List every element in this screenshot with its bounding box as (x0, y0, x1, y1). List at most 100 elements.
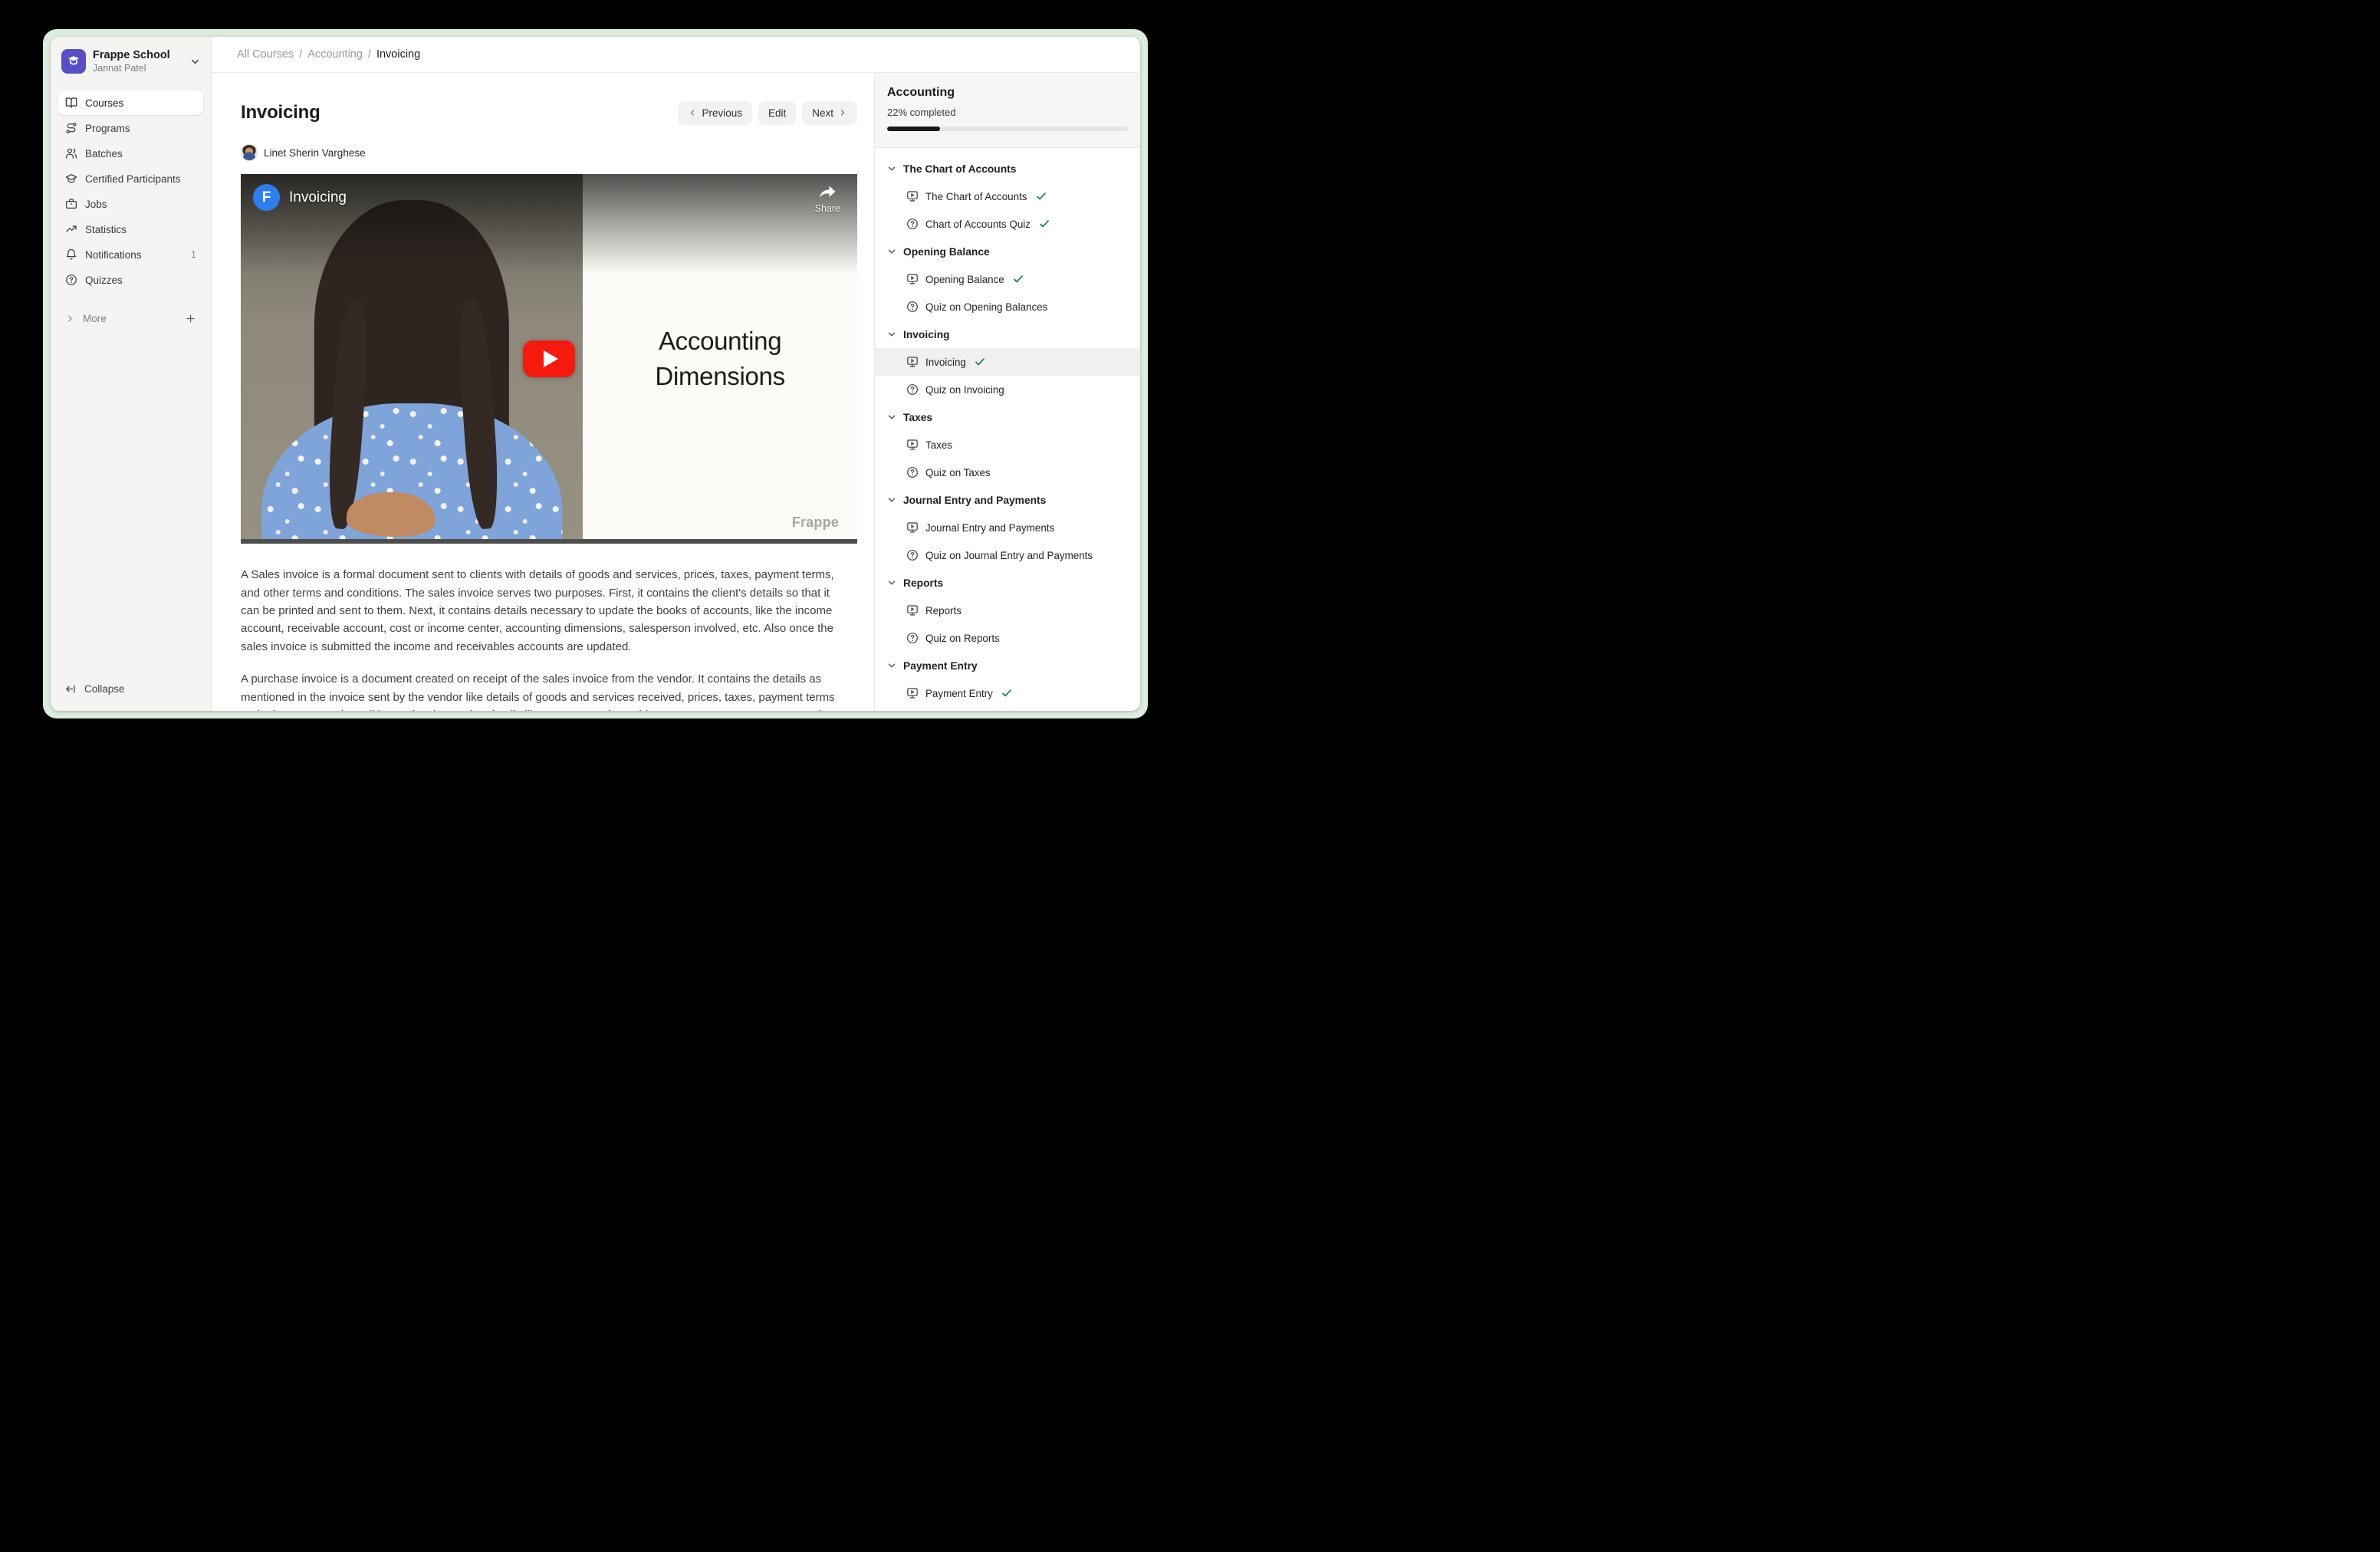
workspace-switcher[interactable]: Frappe School Jannat Patel (58, 46, 203, 74)
lesson-row[interactable]: The Chart of Accounts (875, 182, 1140, 210)
chapter-title: Journal Entry and Payments (903, 495, 1046, 506)
video-title[interactable]: Invoicing (289, 189, 347, 206)
lesson-row[interactable]: Reports (875, 597, 1140, 624)
chapter-title: Payment Entry (903, 660, 978, 672)
monitor-play-icon (906, 521, 919, 534)
author-row: Linet Sherin Varghese (241, 144, 857, 161)
author-avatar (241, 144, 258, 161)
sidebar-more[interactable]: More (58, 307, 203, 329)
lesson-row[interactable]: Quiz on Taxes (875, 459, 1140, 486)
video-player[interactable]: Accounting Dimensions F Invoicing (241, 174, 857, 544)
help-circle-icon (906, 466, 919, 478)
help-circle-icon (906, 632, 919, 644)
course-outline-panel: Accounting 22% completed The Chart of Ac… (874, 73, 1140, 711)
sidebar-item-batches[interactable]: Batches (58, 141, 203, 166)
share-button[interactable]: Share (815, 183, 840, 214)
lesson-row[interactable]: Quiz on Opening Balances (875, 293, 1140, 321)
chapter-reports[interactable]: Reports (875, 569, 1140, 597)
lesson-row-active[interactable]: Invoicing (875, 348, 1140, 376)
users-icon (65, 147, 77, 159)
graduation-cap-icon (65, 173, 77, 185)
chevron-right-icon (65, 314, 75, 324)
lesson-title: Quiz on Journal Entry and Payments (925, 550, 1093, 561)
monitor-play-icon (906, 356, 919, 368)
window-frame: Frappe School Jannat Patel Courses (43, 29, 1148, 718)
help-circle-icon (906, 549, 919, 561)
body-row: Invoicing Previous Edit (212, 73, 1140, 711)
lesson-row[interactable]: Opening Balance (875, 265, 1140, 293)
sidebar-item-label: Statistics (85, 224, 127, 235)
chapter-title: Taxes (903, 412, 932, 423)
lesson-row[interactable]: Chart of Accounts Quiz (875, 210, 1140, 238)
help-circle-icon (906, 301, 919, 313)
sidebar-item-label: Jobs (85, 199, 107, 210)
previous-button[interactable]: Previous (678, 101, 752, 125)
monitor-play-icon (906, 687, 919, 699)
monitor-play-icon (906, 439, 919, 451)
sidebar-item-programs[interactable]: Programs (58, 116, 203, 140)
breadcrumb-link-all-courses[interactable]: All Courses (237, 48, 294, 61)
lesson-paragraph: A Sales invoice is a formal document sen… (241, 566, 840, 656)
lesson-main: Invoicing Previous Edit (212, 73, 874, 711)
sidebar-collapse-button[interactable]: Collapse (58, 677, 203, 700)
chapter-taxes[interactable]: Taxes (875, 403, 1140, 431)
help-circle-icon (65, 274, 77, 286)
share-arrow-icon (816, 183, 839, 202)
sidebar-item-label: Certified Participants (85, 173, 181, 185)
chapter-journal-entry-and-payments[interactable]: Journal Entry and Payments (875, 486, 1140, 514)
edit-button[interactable]: Edit (758, 101, 796, 125)
sidebar-item-quizzes[interactable]: Quizzes (58, 268, 203, 292)
sidebar-item-jobs[interactable]: Jobs (58, 192, 203, 216)
lesson-title: Invoicing (925, 357, 966, 368)
chevron-down-icon (887, 164, 896, 173)
sidebar-item-label: Batches (85, 148, 123, 159)
graduation-cap-logo-icon (66, 54, 81, 69)
previous-label: Previous (702, 107, 742, 119)
book-open-icon (65, 97, 77, 109)
sidebar-item-notifications[interactable]: Notifications 1 (58, 242, 203, 267)
chapter-title: Opening Balance (903, 246, 990, 258)
lesson-row[interactable]: Quiz on Invoicing (875, 376, 1140, 403)
breadcrumb-current: Invoicing (376, 48, 420, 61)
chevron-down-icon (887, 413, 896, 422)
breadcrumb: All Courses / Accounting / Invoicing (212, 37, 1140, 73)
notifications-count-badge: 1 (191, 249, 196, 260)
help-circle-icon (906, 383, 919, 396)
author-name: Linet Sherin Varghese (264, 147, 366, 159)
chapter-opening-balance[interactable]: Opening Balance (875, 238, 1140, 265)
chapter-title: Invoicing (903, 329, 950, 340)
breadcrumb-separator: / (368, 48, 371, 61)
lesson-title: Quiz on Taxes (925, 467, 991, 478)
chevron-right-icon (838, 108, 847, 117)
check-icon (1036, 191, 1047, 202)
progress-label: 22% completed (887, 107, 1128, 118)
chevron-down-icon (190, 57, 200, 67)
chapter-payment-entry[interactable]: Payment Entry (875, 652, 1140, 679)
sidebar-item-certified-participants[interactable]: Certified Participants (58, 166, 203, 191)
lesson-row[interactable]: Quiz on Reports (875, 624, 1140, 652)
channel-avatar[interactable]: F (253, 184, 280, 211)
video-progress-bar[interactable] (241, 539, 857, 544)
play-button[interactable] (523, 340, 575, 377)
chapter-the-chart-of-accounts[interactable]: The Chart of Accounts (875, 155, 1140, 182)
progress-fill (887, 127, 940, 131)
content-area: All Courses / Accounting / Invoicing Inv… (212, 37, 1140, 711)
slide-text: Accounting Dimensions (655, 324, 784, 394)
lesson-row[interactable]: Taxes (875, 431, 1140, 459)
next-button[interactable]: Next (802, 101, 857, 125)
plus-icon[interactable] (185, 313, 196, 324)
lesson-row[interactable]: Quiz on Journal Entry and Payments (875, 541, 1140, 569)
sidebar-item-statistics[interactable]: Statistics (58, 217, 203, 242)
chevron-down-icon (887, 578, 896, 587)
breadcrumb-link-accounting[interactable]: Accounting (307, 48, 363, 61)
chevron-left-icon (688, 108, 697, 117)
chevron-down-icon (887, 247, 896, 256)
lesson-row[interactable]: Payment Entry (875, 679, 1140, 707)
lesson-title: Taxes (925, 439, 952, 451)
sidebar: Frappe School Jannat Patel Courses (51, 37, 212, 711)
lesson-row[interactable]: Journal Entry and Payments (875, 514, 1140, 541)
collapse-label: Collapse (84, 683, 125, 695)
chapter-invoicing[interactable]: Invoicing (875, 321, 1140, 348)
sidebar-item-courses[interactable]: Courses (58, 90, 203, 115)
app-window: Frappe School Jannat Patel Courses (51, 37, 1140, 711)
